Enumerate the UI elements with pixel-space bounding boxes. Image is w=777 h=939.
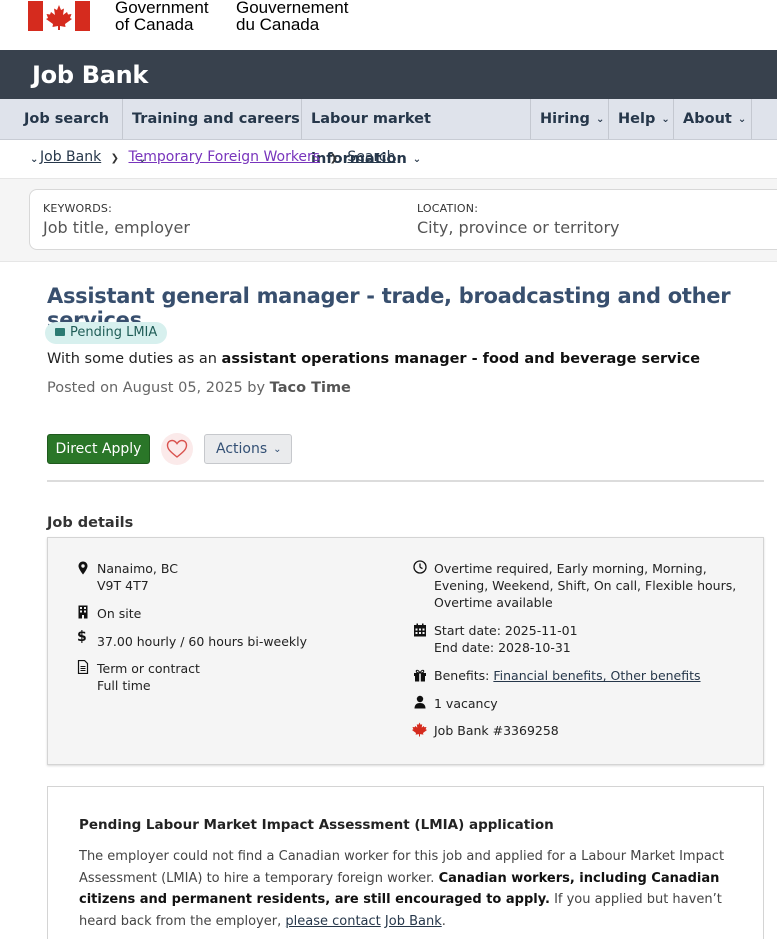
start-date: Start date: 2025-11-01 xyxy=(434,623,578,638)
nav-item-training-and-careers[interactable]: Training and careers⌄ xyxy=(122,99,302,165)
lmia-status-badge: Pending LMIA xyxy=(45,322,168,344)
chevron-right-icon: ❯ xyxy=(329,153,338,164)
lmia-body: The employer could not find a Canadian w… xyxy=(79,846,739,932)
end-date: End date: 2028-10-31 xyxy=(434,640,571,655)
briefcase-icon xyxy=(55,328,65,336)
employment-dates: Start date: 2025-11-01 End date: 2028-10… xyxy=(434,622,578,656)
breadcrumb-temporary-foreign-workers[interactable]: Temporary Foreign Workers xyxy=(129,149,321,165)
person-icon xyxy=(414,695,426,709)
search-box: KEYWORDS: Job title, employer LOCATION: … xyxy=(29,189,777,250)
location-postal-code: V9T 4T7 xyxy=(97,578,149,593)
terms-hours: Full time xyxy=(97,678,151,693)
badge-label: Pending LMIA xyxy=(70,325,158,340)
job-duties: With some duties as an assistant operati… xyxy=(47,351,700,367)
actions-label: Actions xyxy=(216,441,268,457)
breadcrumb: Job Bank ❯ Temporary Foreign Workers ❯ S… xyxy=(40,149,396,165)
chevron-down-icon: ⌄ xyxy=(595,114,605,125)
nav-label: Training and careers xyxy=(132,111,300,127)
nav-label: Help xyxy=(618,111,656,127)
job-details-heading: Job details xyxy=(47,515,134,531)
hours-line: Overtime required, Early morning, Mornin… xyxy=(434,561,707,576)
hours-line: Overtime available xyxy=(434,595,553,610)
gov-en-line1: Government xyxy=(115,0,209,17)
document-icon xyxy=(77,660,89,674)
nav-item-about[interactable]: About ⌄ xyxy=(673,99,752,139)
posted-date: Posted on August 05, 2025 by xyxy=(47,380,270,396)
benefits-link[interactable]: Financial benefits, Other benefits xyxy=(493,668,700,683)
lmia-notice: Pending Labour Market Impact Assessment … xyxy=(47,786,764,939)
gift-icon xyxy=(414,669,426,682)
clock-icon xyxy=(413,560,427,574)
job-bank-link[interactable]: Job Bank xyxy=(385,914,442,929)
chevron-down-icon: ⌄ xyxy=(412,154,422,165)
canada-flag-icon xyxy=(28,1,90,31)
chevron-down-icon: ⌄ xyxy=(30,154,39,165)
job-bank-number: Job Bank #3369258 xyxy=(434,723,559,738)
duties-role: assistant operations manager - food and … xyxy=(221,351,701,367)
work-hours: Overtime required, Early morning, Mornin… xyxy=(434,560,736,611)
nav-item-job-search[interactable]: Job search ⌄ xyxy=(14,99,123,165)
hours-line: Evening, Weekend, Shift, On call, Flexib… xyxy=(434,578,737,593)
nav-label: About xyxy=(683,111,732,127)
nav-item-help[interactable]: Help ⌄ xyxy=(608,99,674,139)
search-strip: KEYWORDS: Job title, employer LOCATION: … xyxy=(0,178,777,262)
breadcrumb-job-bank[interactable]: Job Bank xyxy=(40,149,101,165)
keywords-input[interactable]: Job title, employer xyxy=(43,218,190,237)
benefits: Benefits: Financial benefits, Other bene… xyxy=(434,667,701,684)
gov-en-line2: of Canada xyxy=(115,15,194,34)
nav-item-labour-market-information[interactable]: Labour market information ⌄ xyxy=(301,99,531,167)
main-nav: Job search⌄ Training and careers⌄ Labour… xyxy=(0,99,777,167)
vacancy-count: 1 vacancy xyxy=(434,696,498,711)
benefits-label: Benefits: xyxy=(434,668,494,683)
heart-icon xyxy=(166,439,188,458)
app-banner: Job Bank xyxy=(0,50,777,99)
posted-info: Posted on August 05, 2025 by Taco Time xyxy=(47,380,351,396)
keywords-label: KEYWORDS: xyxy=(43,202,113,215)
actions-dropdown-button[interactable]: Actions ⌄ xyxy=(204,434,292,464)
salary: 37.00 hourly / 60 hours bi-weekly xyxy=(97,634,308,649)
location-label: LOCATION: xyxy=(417,202,479,215)
employment-terms: Term or contract Full time xyxy=(97,660,200,694)
chevron-down-icon: ⌄ xyxy=(661,114,670,125)
nav-item-hiring[interactable]: Hiring ⌄ xyxy=(530,99,609,139)
maple-leaf-icon xyxy=(412,722,427,737)
calendar-icon xyxy=(414,623,426,637)
lmia-title: Pending Labour Market Impact Assessment … xyxy=(79,817,554,833)
chevron-right-icon: ❯ xyxy=(110,153,120,164)
save-favourite-button[interactable] xyxy=(161,433,193,465)
gov-fr-line1: Gouvernement xyxy=(236,0,349,17)
section-divider xyxy=(47,480,764,482)
workplace-type: On site xyxy=(97,606,142,621)
location-pin-icon xyxy=(78,561,88,575)
gov-french-wordmark: Gouvernement du Canada xyxy=(236,0,348,33)
lmia-text: . xyxy=(441,913,446,929)
chevron-down-icon: ⌄ xyxy=(273,444,282,455)
building-icon xyxy=(78,605,88,619)
chevron-down-icon: ⌄ xyxy=(737,114,747,125)
gc-header: Government of Canada Gouvernement du Can… xyxy=(0,0,777,50)
job-location: Nanaimo, BC V9T 4T7 xyxy=(97,560,178,594)
job-details-box: Nanaimo, BC V9T 4T7 On site $ 37.00 hour… xyxy=(47,537,764,765)
please-contact-link[interactable]: please contact xyxy=(285,914,380,929)
gov-fr-line2: du Canada xyxy=(236,15,320,34)
app-title-link[interactable]: Job Bank xyxy=(32,61,148,89)
duties-prefix: With some duties as an xyxy=(47,351,222,367)
location-input[interactable]: City, province or territory xyxy=(417,218,619,237)
nav-label: Hiring xyxy=(540,111,590,127)
breadcrumb-search[interactable]: Search xyxy=(347,149,395,165)
nav-label: Job search xyxy=(24,111,110,127)
direct-apply-button[interactable]: Direct Apply xyxy=(47,434,150,464)
terms-type: Term or contract xyxy=(97,661,200,676)
employer-name: Taco Time xyxy=(269,380,351,396)
gov-english-wordmark: Government of Canada xyxy=(115,0,209,33)
location-city: Nanaimo, BC xyxy=(97,561,178,576)
dollar-icon: $ xyxy=(77,629,87,645)
